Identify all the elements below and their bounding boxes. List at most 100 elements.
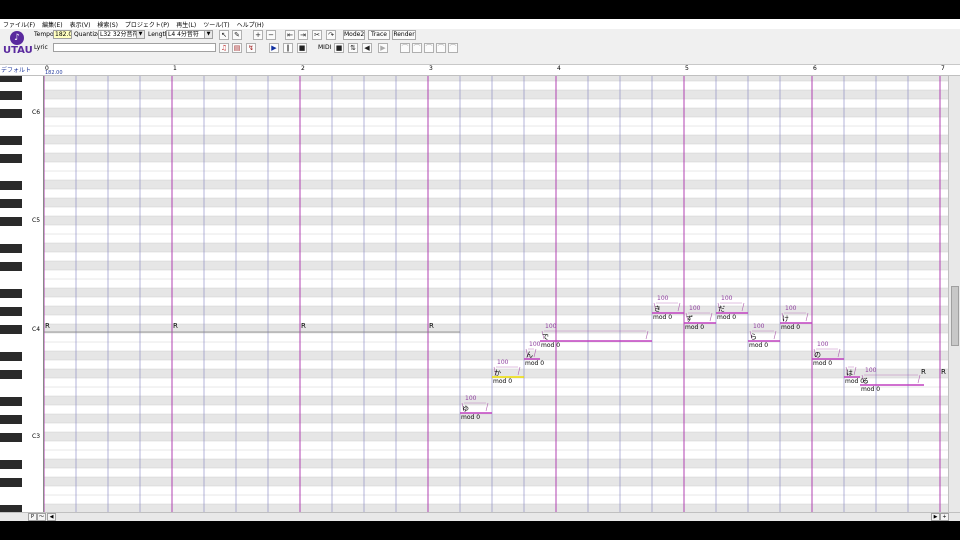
zoom-in-icon[interactable]: + xyxy=(253,30,263,40)
note-lyric[interactable]: ん xyxy=(526,350,533,360)
note-mod: mod 0 xyxy=(749,342,769,349)
length-select[interactable]: L4 4分音符 ▼ xyxy=(166,30,213,39)
black-key[interactable] xyxy=(0,136,22,145)
lyric-input[interactable] xyxy=(53,43,216,52)
pitch-button[interactable]: 〜 xyxy=(37,513,46,521)
midi-label: MIDI xyxy=(318,44,332,51)
pencil-tool-icon[interactable]: ✎ xyxy=(232,30,242,40)
note-lyric[interactable]: は xyxy=(846,368,853,378)
zoom-h-icon[interactable]: + xyxy=(940,513,949,521)
bar-ruler[interactable]: 01234567 xyxy=(44,65,948,76)
menu-tools[interactable]: ツール(T) xyxy=(203,20,229,29)
midi-prev-icon[interactable]: ◀ xyxy=(362,43,372,53)
black-key[interactable] xyxy=(0,433,22,442)
trace-button[interactable]: Trace xyxy=(368,30,390,40)
horizontal-scrollbar[interactable]: P 〜 ◀ ▶ + xyxy=(0,512,960,521)
black-key[interactable] xyxy=(0,415,22,424)
pause-icon[interactable]: ∥ xyxy=(283,43,293,53)
note-velocity: 100 xyxy=(865,367,877,374)
redo-icon[interactable]: ↷ xyxy=(326,30,336,40)
note-lyric[interactable]: き xyxy=(654,304,661,314)
octave-label: C4 xyxy=(32,326,41,333)
zoom-out-icon[interactable]: − xyxy=(266,30,276,40)
quantize-select[interactable]: L32 32分音符 ▼ xyxy=(98,30,145,39)
bar-number: 3 xyxy=(429,65,433,72)
bar-number: 1 xyxy=(173,65,177,72)
menu-file[interactable]: ファイル(F) xyxy=(3,20,35,29)
black-key[interactable] xyxy=(0,109,22,118)
black-key[interactable] xyxy=(0,154,22,163)
menu-edit[interactable]: 編集(E) xyxy=(42,20,62,29)
black-key[interactable] xyxy=(0,460,22,469)
vertical-scrollbar[interactable] xyxy=(948,76,960,512)
note-lyric[interactable]: ゆ xyxy=(462,404,469,414)
plugin-icon[interactable]: ↯ xyxy=(246,43,256,53)
render-button[interactable]: Render xyxy=(392,30,416,40)
part-name[interactable]: デフォルト xyxy=(1,65,31,74)
scroll-left-icon[interactable]: ◀ xyxy=(47,513,56,521)
go-start-icon[interactable]: ⇤ xyxy=(285,30,295,40)
black-key[interactable] xyxy=(0,262,22,271)
black-key[interactable] xyxy=(0,199,22,208)
bar-number: 4 xyxy=(557,65,561,72)
black-key[interactable] xyxy=(0,325,22,334)
menu-help[interactable]: ヘルプ(H) xyxy=(237,20,264,29)
play-icon[interactable]: ▶ xyxy=(269,43,279,53)
note-lyric[interactable]: で xyxy=(542,332,549,342)
black-key[interactable] xyxy=(0,181,22,190)
menu-bar: ファイル(F) 編集(E) 表示(V) 検索(S) プロジェクト(P) 再生(L… xyxy=(0,19,960,29)
utau-logo: ♪ UTAU xyxy=(3,31,33,61)
black-key[interactable] xyxy=(0,397,22,406)
note-lyric[interactable]: ら xyxy=(750,332,757,342)
note-velocity: 100 xyxy=(785,305,797,312)
black-key[interactable] xyxy=(0,217,22,226)
mode2-button[interactable]: Mode2 xyxy=(343,30,365,40)
track-header: デフォルト 01234567 182.00 xyxy=(0,65,960,76)
batch-edit-icon[interactable]: ▤ xyxy=(232,43,242,53)
note-lyric[interactable]: ず xyxy=(686,314,693,324)
piano-roll-grid[interactable]: R R R R R R 100 ゆ mod 0 100 か mod 0 100 ん mod 0 100 で mod… xyxy=(44,76,948,512)
go-end-icon[interactable]: ⇥ xyxy=(298,30,308,40)
menu-view[interactable]: 表示(V) xyxy=(70,20,91,29)
black-key[interactable] xyxy=(0,307,22,316)
menu-project[interactable]: プロジェクト(P) xyxy=(125,20,169,29)
black-key[interactable] xyxy=(0,370,22,379)
stop-icon[interactable]: ■ xyxy=(297,43,307,53)
midi-next-icon[interactable]: ▶ xyxy=(378,43,388,53)
black-key[interactable] xyxy=(0,244,22,253)
pointer-tool-icon[interactable]: ↖ xyxy=(219,30,229,40)
menu-search[interactable]: 検索(S) xyxy=(97,20,118,29)
note-lyric[interactable]: る xyxy=(862,376,869,386)
black-key[interactable] xyxy=(0,289,22,298)
piano-keyboard[interactable]: C6 C5 C4 C3 xyxy=(0,76,44,512)
black-key[interactable] xyxy=(0,91,22,100)
tempo-input[interactable]: 182.0 xyxy=(53,30,72,39)
note-lyric[interactable]: の xyxy=(814,350,821,360)
note-lyric[interactable]: か xyxy=(494,368,501,378)
envelope-preset-2-icon[interactable]: ⌒ xyxy=(412,43,422,53)
envelope-preset-3-icon[interactable]: ⌒ xyxy=(424,43,434,53)
envelope-preset-5-icon[interactable]: ⌒ xyxy=(448,43,458,53)
grid-lines xyxy=(44,76,948,512)
note-velocity: 100 xyxy=(753,323,765,330)
rest-marker: R xyxy=(301,322,306,330)
cut-icon[interactable]: ✂ xyxy=(312,30,322,40)
black-key[interactable] xyxy=(0,76,22,82)
note-mod: mod 0 xyxy=(525,360,545,367)
scrollbar-thumb[interactable] xyxy=(951,286,959,346)
lyric-edit-icon[interactable]: ♫ xyxy=(219,43,229,53)
envelope-preset-4-icon[interactable]: ⌒ xyxy=(436,43,446,53)
scroll-right-icon[interactable]: ▶ xyxy=(931,513,940,521)
note-lyric[interactable]: だ xyxy=(718,304,725,314)
menu-playback[interactable]: 再生(L) xyxy=(176,20,196,29)
black-key[interactable] xyxy=(0,352,22,361)
note-lyric[interactable]: け xyxy=(782,314,789,324)
octave-label: C3 xyxy=(32,433,41,440)
part-button[interactable]: P xyxy=(28,513,37,521)
midi-sync-icon[interactable]: ⇅ xyxy=(348,43,358,53)
envelope-preset-1-icon[interactable]: ⌒ xyxy=(400,43,410,53)
black-key[interactable] xyxy=(0,478,22,487)
rest-marker: R xyxy=(173,322,178,330)
black-key[interactable] xyxy=(0,505,22,512)
midi-stop-icon[interactable]: ■ xyxy=(334,43,344,53)
